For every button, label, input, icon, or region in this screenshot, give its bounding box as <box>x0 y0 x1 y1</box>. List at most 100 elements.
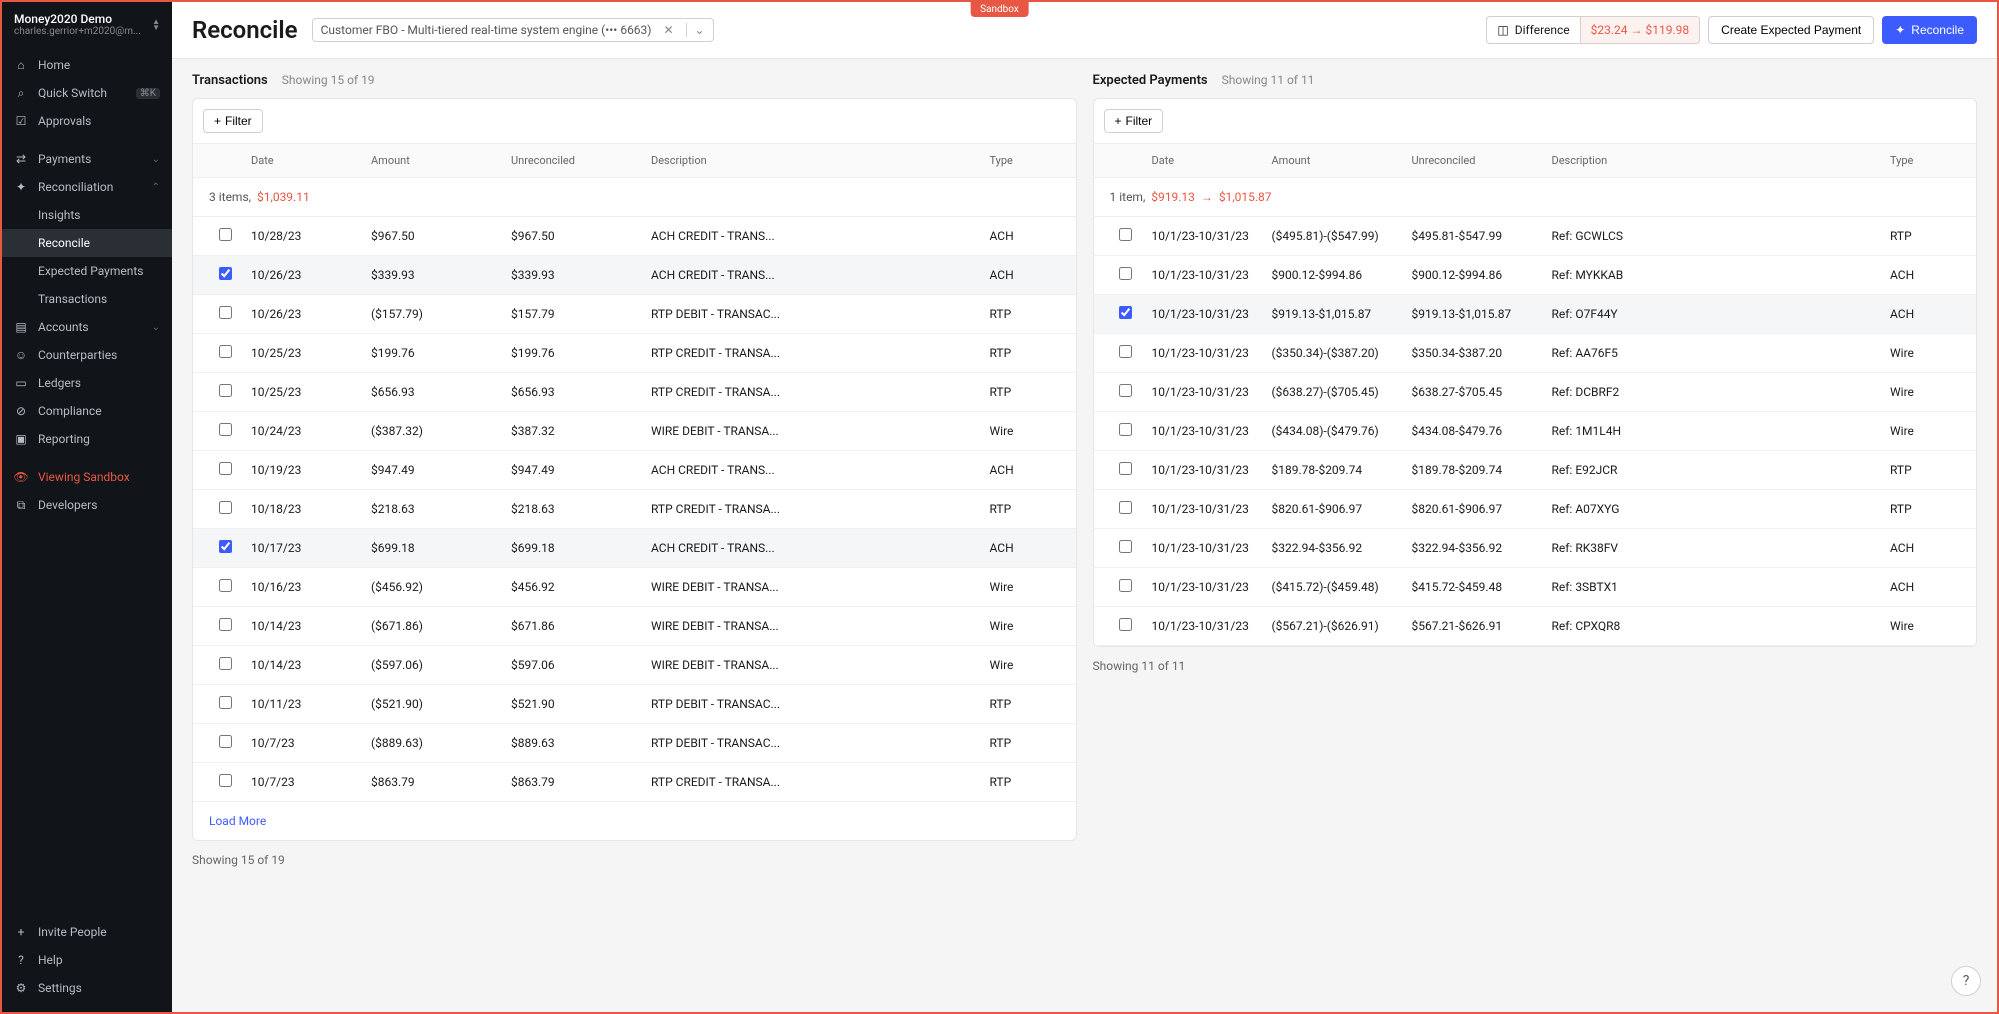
table-row[interactable]: 10/11/23($521.90)$521.90RTP DEBIT - TRAN… <box>193 685 1076 724</box>
cell-date: 10/1/23-10/31/23 <box>1146 424 1266 438</box>
plus-icon: + <box>214 114 221 128</box>
row-checkbox[interactable] <box>1119 579 1132 592</box>
row-checkbox[interactable] <box>219 774 232 787</box>
row-checkbox[interactable] <box>219 540 232 553</box>
nav-home[interactable]: ⌂Home <box>2 51 172 79</box>
row-checkbox[interactable] <box>1119 228 1132 241</box>
nav-ledgers[interactable]: ▭Ledgers <box>2 369 172 397</box>
load-more-link[interactable]: Load More <box>209 814 266 828</box>
cell-amount: ($415.72)-($459.48) <box>1266 580 1406 594</box>
table-row[interactable]: 10/7/23$863.79$863.79RTP CREDIT - TRANSA… <box>193 763 1076 802</box>
nav-viewing-sandbox[interactable]: 👁Viewing Sandbox <box>2 463 172 491</box>
col-amount: Amount <box>365 154 505 167</box>
nav-quick-switch[interactable]: ⌕Quick Switch⌘K <box>2 79 172 107</box>
row-checkbox[interactable] <box>1119 267 1132 280</box>
create-expected-payment-button[interactable]: Create Expected Payment <box>1708 16 1874 44</box>
cell-unreconciled: $638.27-$705.45 <box>1406 385 1546 399</box>
row-checkbox[interactable] <box>219 345 232 358</box>
row-checkbox[interactable] <box>1119 384 1132 397</box>
nav-insights[interactable]: Insights <box>2 201 172 229</box>
cell-type: RTP <box>1884 502 1964 516</box>
nav-settings[interactable]: ⚙Settings <box>2 974 172 1002</box>
nav-reconcile[interactable]: Reconcile <box>2 229 172 257</box>
table-row[interactable]: 10/16/23($456.92)$456.92WIRE DEBIT - TRA… <box>193 568 1076 607</box>
row-checkbox[interactable] <box>219 657 232 670</box>
row-checkbox[interactable] <box>219 696 232 709</box>
table-row[interactable]: 10/14/23($597.06)$597.06WIRE DEBIT - TRA… <box>193 646 1076 685</box>
nav-compliance[interactable]: ⊘Compliance <box>2 397 172 425</box>
sandbox-banner: Sandbox <box>970 2 1029 17</box>
row-checkbox[interactable] <box>219 384 232 397</box>
org-switcher[interactable]: Money2020 Demo charles.gerrior+m2020@m..… <box>2 2 172 47</box>
cell-description: ACH CREDIT - TRANS... <box>645 463 984 477</box>
cell-description: WIRE DEBIT - TRANSA... <box>645 619 984 633</box>
row-checkbox[interactable] <box>1119 345 1132 358</box>
cell-amount: ($671.86) <box>365 619 505 633</box>
table-row[interactable]: 10/1/23-10/31/23$919.13-$1,015.87$919.13… <box>1094 295 1977 334</box>
nav-counterparties[interactable]: ☺Counterparties <box>2 341 172 369</box>
table-row[interactable]: 10/19/23$947.49$947.49ACH CREDIT - TRANS… <box>193 451 1076 490</box>
clear-icon[interactable]: ✕ <box>659 23 677 37</box>
nav-accounts[interactable]: ▤Accounts⌄ <box>2 313 172 341</box>
nav-developers[interactable]: ⧉Developers <box>2 491 172 519</box>
table-row[interactable]: 10/1/23-10/31/23$322.94-$356.92$322.94-$… <box>1094 529 1977 568</box>
table-row[interactable]: 10/1/23-10/31/23($567.21)-($626.91)$567.… <box>1094 607 1977 646</box>
row-checkbox[interactable] <box>219 618 232 631</box>
table-row[interactable]: 10/26/23$339.93$339.93ACH CREDIT - TRANS… <box>193 256 1076 295</box>
nav-invite[interactable]: +Invite People <box>2 918 172 946</box>
cell-date: 10/1/23-10/31/23 <box>1146 463 1266 477</box>
reconcile-button[interactable]: ✦Reconcile <box>1882 16 1977 44</box>
code-icon: ⧉ <box>14 498 28 512</box>
table-row[interactable]: 10/7/23($889.63)$889.63RTP DEBIT - TRANS… <box>193 724 1076 763</box>
row-checkbox[interactable] <box>219 501 232 514</box>
chevron-down-icon[interactable]: ⌄ <box>686 23 705 37</box>
cell-amount: ($638.27)-($705.45) <box>1266 385 1406 399</box>
row-checkbox[interactable] <box>219 267 232 280</box>
row-checkbox[interactable] <box>219 579 232 592</box>
cell-date: 10/16/23 <box>245 580 365 594</box>
nav-help[interactable]: ?Help <box>2 946 172 974</box>
row-checkbox[interactable] <box>1119 501 1132 514</box>
table-row[interactable]: 10/1/23-10/31/23($415.72)-($459.48)$415.… <box>1094 568 1977 607</box>
table-row[interactable]: 10/1/23-10/31/23($434.08)-($479.76)$434.… <box>1094 412 1977 451</box>
nav-approvals[interactable]: ☑Approvals <box>2 107 172 135</box>
row-checkbox[interactable] <box>219 228 232 241</box>
table-row[interactable]: 10/1/23-10/31/23$820.61-$906.97$820.61-$… <box>1094 490 1977 529</box>
cell-description: RTP DEBIT - TRANSAC... <box>645 307 984 321</box>
table-row[interactable]: 10/14/23($671.86)$671.86WIRE DEBIT - TRA… <box>193 607 1076 646</box>
cell-type: ACH <box>984 229 1064 243</box>
nav-expected-payments[interactable]: Expected Payments <box>2 257 172 285</box>
table-row[interactable]: 10/25/23$656.93$656.93RTP CREDIT - TRANS… <box>193 373 1076 412</box>
nav-reconciliation[interactable]: ✦Reconciliation⌃ <box>2 173 172 201</box>
row-checkbox[interactable] <box>1119 306 1132 319</box>
account-selector[interactable]: Customer FBO - Multi-tiered real-time sy… <box>312 18 714 42</box>
table-row[interactable]: 10/25/23$199.76$199.76RTP CREDIT - TRANS… <box>193 334 1076 373</box>
expected-filter-button[interactable]: +Filter <box>1104 109 1164 133</box>
row-checkbox[interactable] <box>219 735 232 748</box>
table-row[interactable]: 10/1/23-10/31/23($350.34)-($387.20)$350.… <box>1094 334 1977 373</box>
row-checkbox[interactable] <box>219 462 232 475</box>
transactions-filter-button[interactable]: +Filter <box>203 109 263 133</box>
table-row[interactable]: 10/17/23$699.18$699.18ACH CREDIT - TRANS… <box>193 529 1076 568</box>
row-checkbox[interactable] <box>1119 462 1132 475</box>
row-checkbox[interactable] <box>1119 618 1132 631</box>
table-row[interactable]: 10/28/23$967.50$967.50ACH CREDIT - TRANS… <box>193 217 1076 256</box>
row-checkbox[interactable] <box>1119 540 1132 553</box>
table-row[interactable]: 10/26/23($157.79)$157.79RTP DEBIT - TRAN… <box>193 295 1076 334</box>
table-row[interactable]: 10/1/23-10/31/23($495.81)-($547.99)$495.… <box>1094 217 1977 256</box>
row-checkbox[interactable] <box>219 423 232 436</box>
table-row[interactable]: 10/1/23-10/31/23$900.12-$994.86$900.12-$… <box>1094 256 1977 295</box>
row-checkbox[interactable] <box>219 306 232 319</box>
nav-transactions[interactable]: Transactions <box>2 285 172 313</box>
cell-unreconciled: $189.78-$209.74 <box>1406 463 1546 477</box>
nav-payments[interactable]: ⇄Payments⌄ <box>2 145 172 173</box>
search-icon: ⌕ <box>14 86 28 100</box>
table-row[interactable]: 10/18/23$218.63$218.63RTP CREDIT - TRANS… <box>193 490 1076 529</box>
help-fab[interactable]: ? <box>1951 966 1981 996</box>
table-row[interactable]: 10/1/23-10/31/23$189.78-$209.74$189.78-$… <box>1094 451 1977 490</box>
table-row[interactable]: 10/1/23-10/31/23($638.27)-($705.45)$638.… <box>1094 373 1977 412</box>
cell-description: Ref: CPXQR8 <box>1546 619 1885 633</box>
nav-reporting[interactable]: ▣Reporting <box>2 425 172 453</box>
table-row[interactable]: 10/24/23($387.32)$387.32WIRE DEBIT - TRA… <box>193 412 1076 451</box>
row-checkbox[interactable] <box>1119 423 1132 436</box>
